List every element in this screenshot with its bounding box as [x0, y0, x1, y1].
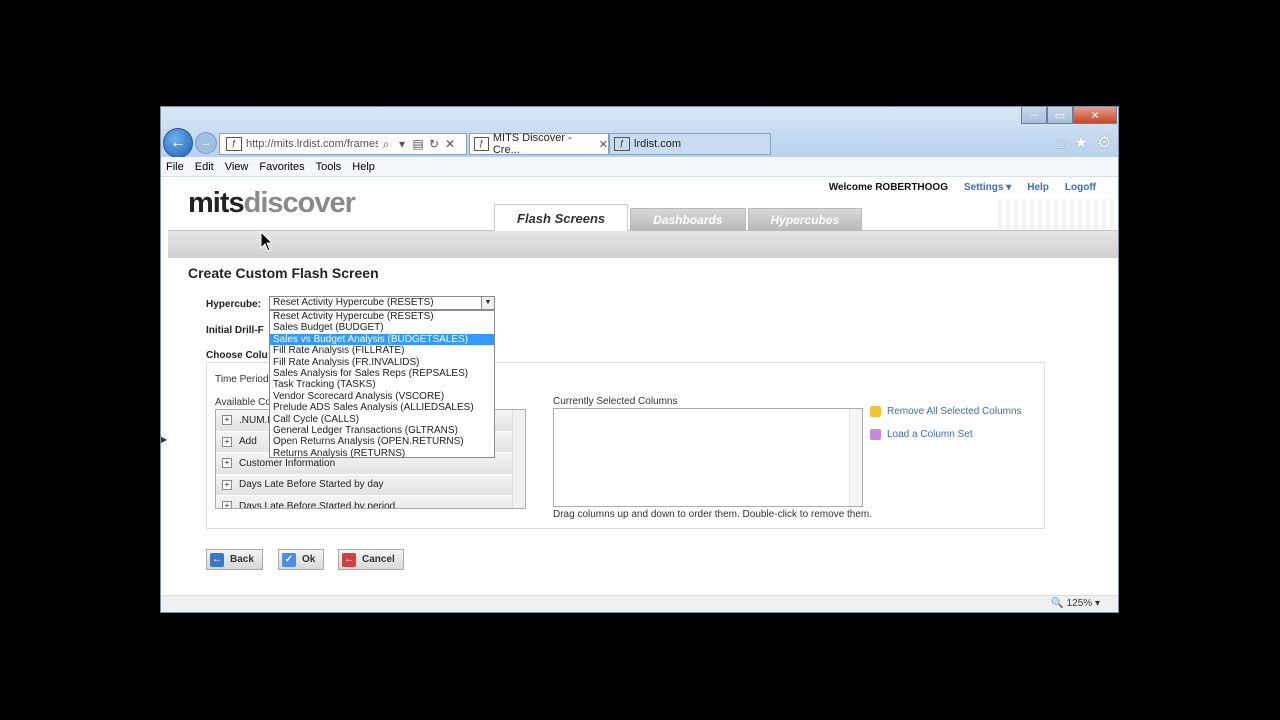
current-columns-label: Currently Selected Columns: [553, 396, 678, 407]
cancel-icon: ←: [342, 552, 356, 567]
page-content: mitsdiscover Welcome ROBERTHOOG Settings…: [161, 177, 1118, 595]
back-button[interactable]: ← Back: [206, 549, 263, 570]
favorites-star-icon[interactable]: ★: [1074, 133, 1089, 153]
user-links: Welcome ROBERTHOOG Settings ▾ Help Logof…: [829, 182, 1096, 193]
remove-icon: [870, 406, 881, 417]
title-bar: – ▭ ✕ ← → ƒ http://mits.lrdist.com/frame…: [161, 107, 1118, 158]
zoom-level[interactable]: 🔍 125% ▾: [1051, 598, 1100, 609]
dropdown-option[interactable]: Sales Analysis for Sales Reps (REPSALES): [270, 368, 494, 379]
dropdown-option-highlighted[interactable]: Sales vs Budget Analysis (BUDGETSALES): [270, 333, 494, 346]
help-link[interactable]: Help: [1027, 182, 1049, 193]
stop-icon[interactable]: ✕: [442, 137, 458, 151]
hypercube-label: Hypercube:: [206, 299, 262, 310]
back-arrow-icon: ←: [210, 552, 224, 567]
tab-dashboards[interactable]: Dashboards: [630, 208, 746, 231]
expand-icon: +: [222, 501, 232, 508]
gear-icon[interactable]: ⚙: [1097, 133, 1112, 153]
dropdown-option[interactable]: Fill Rate Analysis (FILLRATE): [270, 345, 494, 356]
tab-label: lrdist.com: [634, 138, 682, 150]
expand-icon: +: [222, 479, 232, 490]
list-item[interactable]: + Days Late Before Started by day: [216, 474, 525, 496]
dropdown-option[interactable]: Prelude ADS Sales Analysis (ALLIEDSALES): [270, 402, 494, 413]
load-icon: [870, 429, 881, 440]
chevron-down-icon[interactable]: ▼: [481, 297, 494, 309]
menu-favorites[interactable]: Favorites: [259, 161, 304, 173]
minimize-icon[interactable]: –: [1021, 107, 1047, 124]
dropdown-option[interactable]: General Ledger Transactions (GLTRANS): [270, 425, 494, 436]
refresh-icon[interactable]: ↻: [426, 137, 442, 151]
logoff-link[interactable]: Logoff: [1065, 182, 1096, 193]
header-band: [168, 230, 1118, 258]
remove-all-button[interactable]: Remove All Selected Columns: [870, 406, 1022, 417]
tab-close-icon[interactable]: ✕: [599, 138, 608, 151]
status-bar: 🔍 125% ▾: [161, 595, 1118, 612]
left-collapse-icon[interactable]: ▶: [161, 435, 167, 444]
browser-toolbar-icons: ⌂ ★ ⚙: [1055, 133, 1112, 153]
time-period-label: Time Period: [215, 374, 269, 385]
search-icon[interactable]: ⌕: [378, 137, 394, 152]
hypercube-selected-value: Reset Activity Hypercube (RESETS): [273, 297, 434, 308]
tab-favicon-icon: ƒ: [614, 137, 630, 151]
scrollbar[interactable]: [512, 410, 525, 508]
tab-mits-discover[interactable]: ƒ MITS Discover - Cre... ✕: [469, 132, 609, 156]
address-bar[interactable]: ƒ http://mits.lrdist.com/frames ⌕ ▾ ▤ ↻ …: [219, 133, 467, 155]
menu-edit[interactable]: Edit: [195, 161, 214, 173]
hypercube-select[interactable]: Reset Activity Hypercube (RESETS) ▼: [269, 296, 495, 310]
menu-help[interactable]: Help: [352, 161, 375, 173]
load-column-set-button[interactable]: Load a Column Set: [870, 429, 973, 440]
dropdown-option[interactable]: Open Returns Analysis (OPEN.RETURNS): [270, 436, 494, 447]
dropdown-option[interactable]: Task Tracking (TASKS): [270, 379, 494, 390]
hypercube-dropdown-list: Reset Activity Hypercube (RESETS) Sales …: [269, 310, 495, 459]
maximize-icon[interactable]: ▭: [1047, 107, 1073, 124]
window-controls: – ▭ ✕: [1021, 107, 1117, 125]
drag-hint: Drag columns up and down to order them. …: [553, 509, 873, 520]
mits-discover-logo: mitsdiscover: [188, 187, 356, 219]
home-icon[interactable]: ⌂: [1055, 133, 1065, 153]
current-columns-list[interactable]: [553, 408, 863, 507]
forward-icon[interactable]: →: [195, 132, 217, 154]
choose-columns-label: Choose Colu: [206, 350, 268, 361]
drill-label: Initial Drill-F: [206, 325, 264, 336]
scrollbar[interactable]: [849, 409, 862, 506]
ok-button[interactable]: ✓ Ok: [278, 549, 325, 570]
expand-icon: +: [222, 415, 232, 426]
header-pattern: [998, 199, 1118, 229]
expand-icon: +: [222, 436, 232, 447]
address-url[interactable]: http://mits.lrdist.com/frames: [246, 138, 378, 150]
dropdown-option[interactable]: Sales Budget (BUDGET): [270, 322, 494, 333]
settings-link[interactable]: Settings ▾: [964, 182, 1011, 193]
close-window-icon[interactable]: ✕: [1073, 107, 1117, 124]
compat-icon[interactable]: ▤: [410, 137, 426, 151]
tab-hypercubes[interactable]: Hypercubes: [747, 208, 863, 231]
menu-view[interactable]: View: [225, 161, 249, 173]
dropdown-option[interactable]: Fill Rate Analysis (FR.INVALIDS): [270, 357, 494, 368]
mouse-cursor-icon: [260, 231, 274, 252]
menu-tools[interactable]: Tools: [316, 161, 342, 173]
welcome-text: Welcome ROBERTHOOG: [828, 182, 948, 193]
tab-label: MITS Discover - Cre...: [492, 132, 572, 156]
page-favicon-icon: ƒ: [226, 137, 242, 151]
check-icon: ✓: [282, 552, 296, 567]
tab-lrdist[interactable]: ƒ lrdist.com: [609, 133, 771, 155]
cancel-button[interactable]: ← Cancel: [338, 549, 404, 570]
dropdown-option[interactable]: Vendor Scorecard Analysis (VSCORE): [270, 391, 494, 402]
page-title: Create Custom Flash Screen: [188, 265, 379, 281]
browser-window: – ▭ ✕ ← → ƒ http://mits.lrdist.com/frame…: [160, 106, 1119, 613]
tab-favicon-icon: ƒ: [474, 137, 489, 151]
menu-file[interactable]: File: [166, 161, 184, 173]
menu-bar: File Edit View Favorites Tools Help: [161, 157, 1118, 177]
dropdown-icon[interactable]: ▾: [394, 137, 410, 151]
tab-flash-screens[interactable]: Flash Screens: [494, 204, 629, 231]
back-icon[interactable]: ←: [163, 128, 193, 158]
dropdown-option[interactable]: Returns Analysis (RETURNS): [270, 448, 494, 459]
list-item[interactable]: + Days Late Before Started by period: [216, 496, 525, 508]
dropdown-option[interactable]: Reset Activity Hypercube (RESETS): [270, 311, 494, 322]
expand-icon: +: [222, 458, 232, 469]
dropdown-option[interactable]: Call Cycle (CALLS): [270, 414, 494, 425]
app-tabs: Flash Screens Dashboards Hypercubes: [494, 204, 863, 231]
available-columns-label: Available Co: [215, 397, 271, 408]
